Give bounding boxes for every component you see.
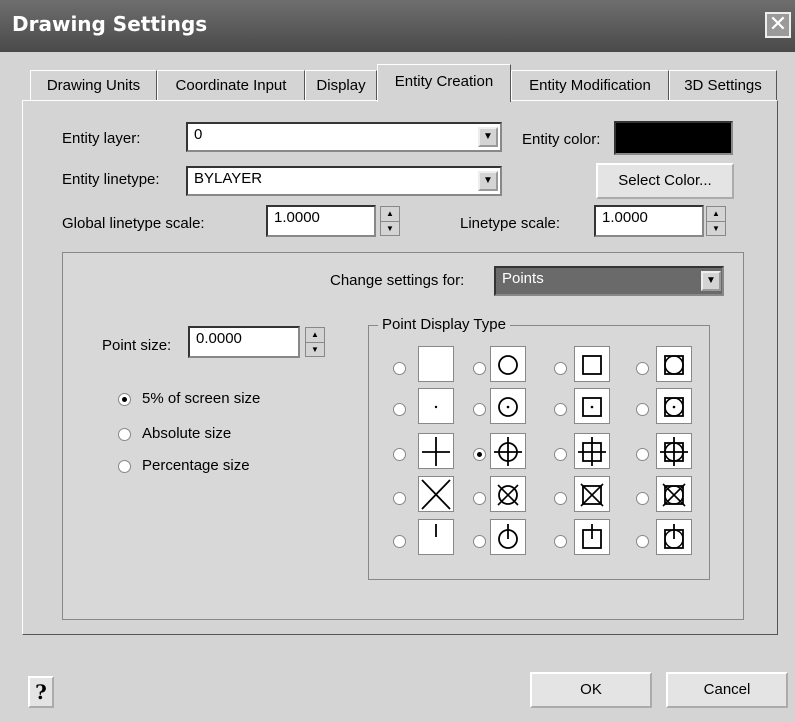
option-screen-size-label: 5% of screen size (142, 390, 261, 407)
entity-layer-value: 0 (194, 126, 203, 143)
linetype-scale-spinner[interactable]: ▲ ▼ (706, 206, 726, 236)
point-type-radio[interactable] (393, 403, 406, 416)
global-scale-spinner[interactable]: ▲ ▼ (380, 206, 400, 236)
point-size-label: Point size: (102, 337, 172, 354)
point-type-circle-square-icon (656, 346, 692, 382)
entity-color-label: Entity color: (522, 131, 601, 148)
ok-button[interactable]: OK (530, 672, 652, 708)
point-type-radio[interactable] (554, 403, 567, 416)
point-type-radio[interactable] (473, 362, 486, 375)
point-type-dot-icon (418, 388, 454, 424)
change-settings-value: Points (502, 270, 544, 287)
point-type-radio[interactable] (393, 448, 406, 461)
point-type-radio[interactable] (393, 362, 406, 375)
point-type-circle-square-plus-icon (656, 433, 692, 469)
point-display-type-label: Point Display Type (378, 316, 510, 333)
linetype-scale-input[interactable]: 1.0000 (594, 205, 704, 237)
point-type-circle-square-dot-icon (656, 388, 692, 424)
tab-coordinate-input[interactable]: Coordinate Input (157, 70, 305, 100)
point-type-square-dot-icon (574, 388, 610, 424)
entity-linetype-label: Entity linetype: (62, 171, 160, 188)
point-type-radio[interactable] (473, 492, 486, 505)
global-linetype-scale-label: Global linetype scale: (62, 215, 205, 232)
point-type-circle-dot-icon (490, 388, 526, 424)
point-type-radio[interactable] (636, 492, 649, 505)
point-type-radio[interactable] (473, 535, 486, 548)
point-type-radio-selected[interactable] (473, 448, 486, 461)
point-type-radio[interactable] (554, 492, 567, 505)
linetype-scale-label: Linetype scale: (460, 215, 561, 232)
point-type-radio[interactable] (554, 362, 567, 375)
point-type-none-icon (418, 346, 454, 382)
change-settings-select[interactable]: Points (494, 266, 724, 296)
point-type-circle-icon (490, 346, 526, 382)
point-type-radio[interactable] (636, 403, 649, 416)
entity-layer-label: Entity layer: (62, 130, 141, 147)
point-type-tick-icon (418, 519, 454, 555)
option-absolute-size-label: Absolute size (142, 425, 232, 442)
point-type-square-tick-icon (574, 519, 610, 555)
point-size-spinner[interactable]: ▲ ▼ (305, 327, 325, 357)
tab-3d-settings[interactable]: 3D Settings (669, 70, 777, 100)
tab-drawing-units[interactable]: Drawing Units (30, 70, 157, 100)
global-linetype-scale-input[interactable]: 1.0000 (266, 205, 376, 237)
title-bar: Drawing Settings ✕ (0, 0, 795, 52)
point-type-radio[interactable] (393, 535, 406, 548)
point-type-radio[interactable] (636, 362, 649, 375)
point-type-circle-square-tick-icon (656, 519, 692, 555)
change-settings-dropdown-icon[interactable]: ▼ (701, 271, 721, 291)
point-type-radio[interactable] (554, 448, 567, 461)
entity-layer-select[interactable]: 0 (186, 122, 502, 152)
point-size-input[interactable]: 0.0000 (188, 326, 300, 358)
option-screen-size-radio[interactable] (118, 393, 131, 406)
point-type-square-icon (574, 346, 610, 382)
help-button[interactable]: ? (28, 676, 54, 708)
option-percentage-size-label: Percentage size (142, 457, 250, 474)
tab-display[interactable]: Display (305, 70, 377, 100)
point-type-circle-square-cross-icon (656, 476, 692, 512)
change-settings-label: Change settings for: (330, 272, 465, 289)
point-type-radio[interactable] (393, 492, 406, 505)
entity-color-swatch (614, 121, 733, 155)
point-type-circle-tick-icon (490, 519, 526, 555)
cancel-button[interactable]: Cancel (666, 672, 788, 708)
window-title: Drawing Settings (12, 12, 208, 36)
select-color-button[interactable]: Select Color... (596, 163, 734, 199)
entity-linetype-select[interactable]: BYLAYER (186, 166, 502, 196)
option-absolute-size-radio[interactable] (118, 428, 131, 441)
global-linetype-scale-value: 1.0000 (274, 209, 320, 226)
option-percentage-size-radio[interactable] (118, 460, 131, 473)
tab-entity-modification[interactable]: Entity Modification (511, 70, 669, 100)
point-type-radio[interactable] (636, 448, 649, 461)
entity-linetype-dropdown-icon[interactable]: ▼ (478, 171, 498, 191)
entity-linetype-value: BYLAYER (194, 170, 263, 187)
tab-entity-creation[interactable]: Entity Creation (377, 64, 511, 102)
entity-layer-dropdown-icon[interactable]: ▼ (478, 127, 498, 147)
point-size-value: 0.0000 (196, 330, 242, 347)
close-icon[interactable]: ✕ (765, 12, 791, 38)
linetype-scale-value: 1.0000 (602, 209, 648, 226)
point-type-radio[interactable] (554, 535, 567, 548)
point-type-radio[interactable] (473, 403, 486, 416)
point-type-square-cross-icon (574, 476, 610, 512)
point-type-radio[interactable] (636, 535, 649, 548)
point-type-circle-plus-icon (490, 433, 526, 469)
point-type-circle-cross-icon (490, 476, 526, 512)
point-type-cross-icon (418, 476, 454, 512)
point-type-plus-icon (418, 433, 454, 469)
point-type-square-plus-icon (574, 433, 610, 469)
